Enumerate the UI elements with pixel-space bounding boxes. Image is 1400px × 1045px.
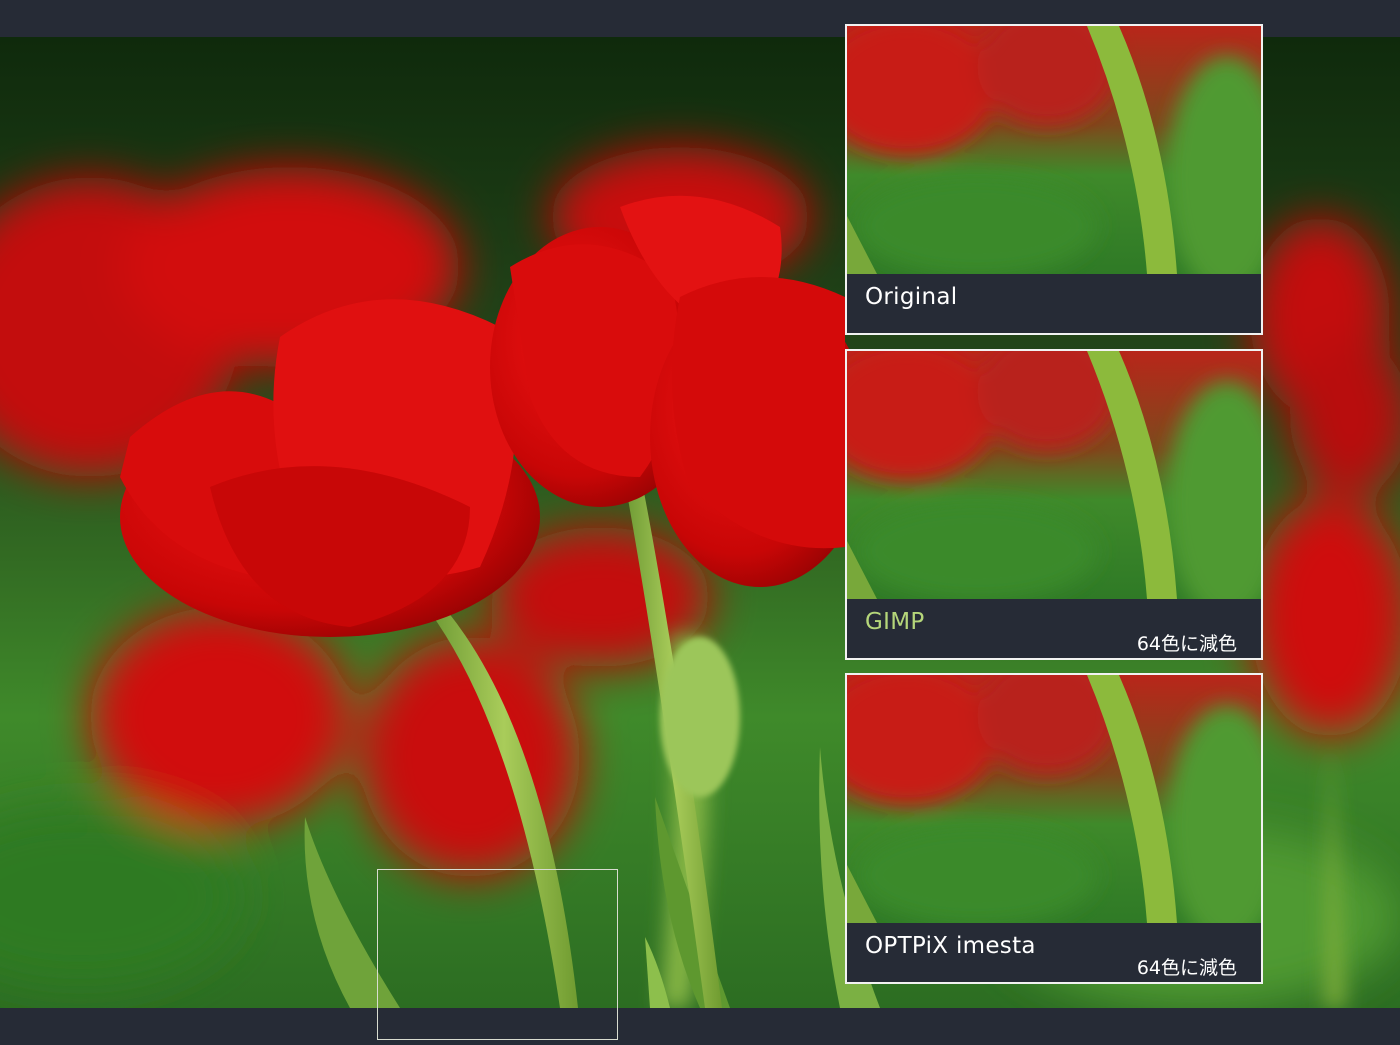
panel-title: GIMP: [865, 609, 925, 635]
comparison-panel-original: Original: [845, 24, 1263, 335]
panel-title: OPTPiX imesta: [865, 933, 1036, 959]
comparison-panel-optpix: OPTPiX imesta 64色に減色: [845, 673, 1263, 984]
panel-caption: GIMP 64色に減色: [847, 599, 1261, 658]
panel-caption: Original: [847, 274, 1261, 333]
zoom-region-marker: [377, 869, 618, 1040]
zoomed-crop-image: [847, 26, 1261, 274]
panel-note: 64色に減色: [1136, 957, 1237, 979]
zoomed-crop-image: [847, 351, 1261, 599]
panel-note: 64色に減色: [1136, 633, 1237, 655]
panel-caption: OPTPiX imesta 64色に減色: [847, 923, 1261, 982]
panel-title: Original: [865, 284, 958, 310]
comparison-panel-gimp: GIMP 64色に減色: [845, 349, 1263, 660]
zoomed-crop-image: [847, 675, 1261, 923]
bottom-bar: [0, 1008, 1400, 1045]
